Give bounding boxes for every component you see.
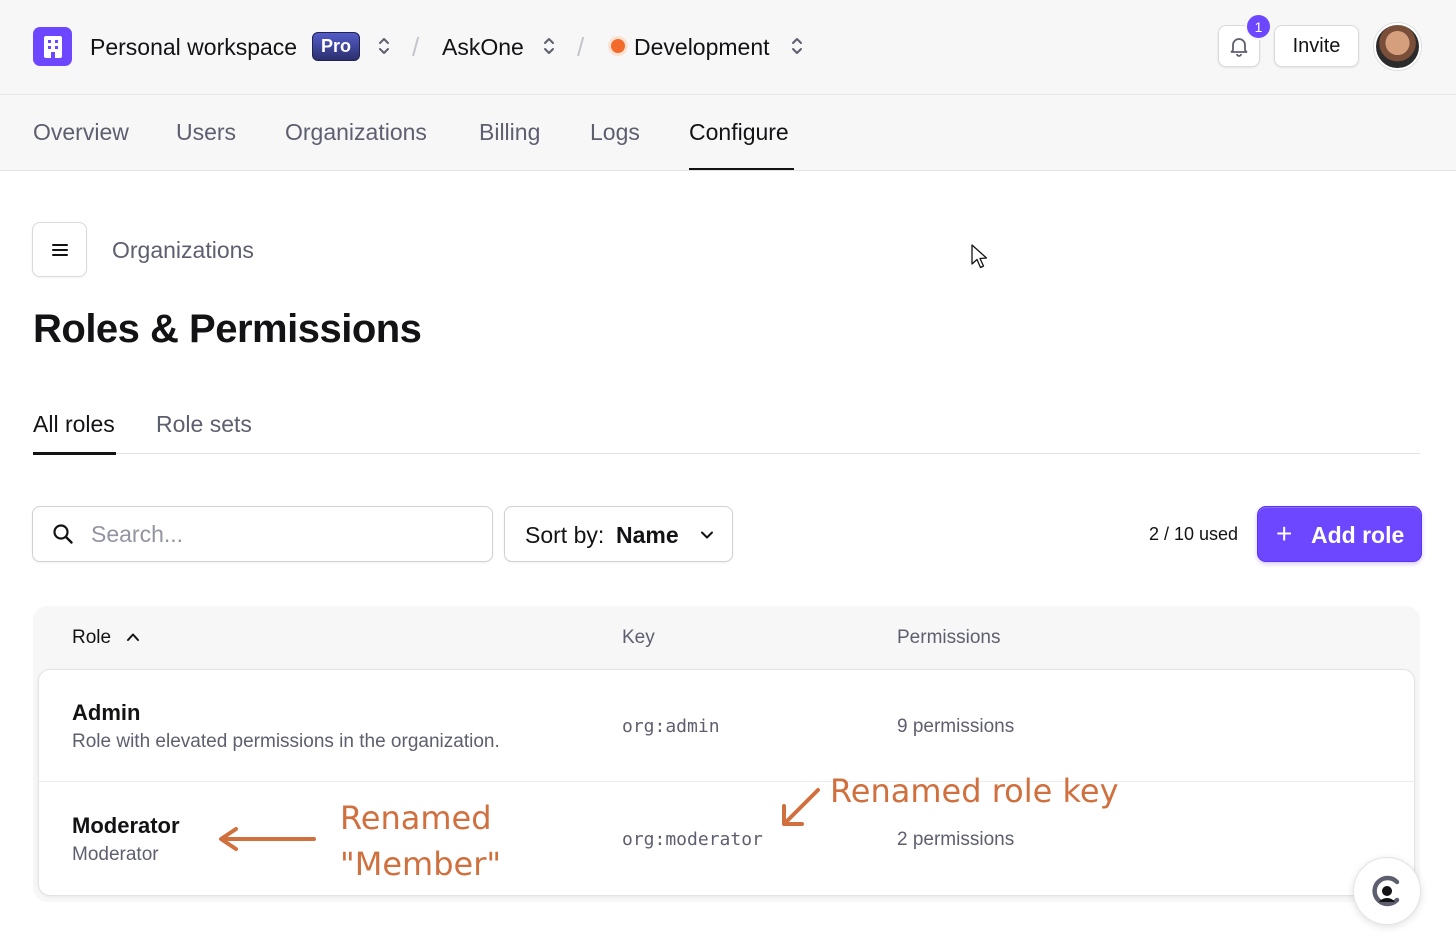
add-role-button[interactable]: + Add role [1257,506,1422,562]
subtabs-divider [33,453,1420,454]
role-key: org:moderator [622,829,763,850]
clerk-logo-icon [1372,875,1400,907]
plan-badge: Pro [312,32,360,61]
help-button[interactable] [1353,857,1421,925]
annotation-arrow-left-icon [219,827,316,851]
sidebar-toggle-button[interactable] [32,222,87,277]
workspace-switcher-icon[interactable] [377,35,391,57]
section-label: Organizations [112,237,254,263]
tab-all-roles[interactable]: All roles [33,408,115,440]
role-permissions-count: 9 permissions [897,716,1015,737]
tab-billing[interactable]: Billing [479,116,540,148]
annotation-renamed-role-key: Renamed role key [830,772,1119,810]
tab-logs[interactable]: Logs [590,116,640,148]
annotation-arrow-diagonal-icon [782,788,820,826]
search-field[interactable] [32,506,493,562]
menu-icon [51,243,68,256]
annotation-renamed: Renamed [340,799,492,837]
tab-users[interactable]: Users [176,116,236,148]
column-header-permissions: Permissions [897,627,1001,648]
bell-icon [1230,38,1248,57]
role-permissions-count: 2 permissions [897,829,1015,850]
tab-role-sets[interactable]: Role sets [156,408,252,440]
sort-dropdown[interactable]: Sort by: Name [504,506,733,562]
tab-overview[interactable]: Overview [33,116,129,148]
breadcrumb-separator: / [412,32,420,62]
chevron-down-icon [701,531,713,539]
page-title: Roles & Permissions [33,307,422,351]
add-role-label: Add role [1311,522,1405,548]
column-header-key: Key [622,627,655,648]
workspace-name[interactable]: Personal workspace [90,30,297,64]
environment-name[interactable]: Development [634,30,770,64]
role-key: org:admin [622,716,720,737]
user-avatar[interactable] [1374,23,1421,70]
plus-icon: + [1276,518,1293,549]
search-icon [53,524,73,544]
column-header-role[interactable]: Role [72,626,111,650]
tab-organizations[interactable]: Organizations [285,116,427,148]
mouse-cursor-icon [971,244,988,269]
invite-button[interactable]: Invite [1274,25,1359,67]
role-name[interactable]: Moderator [72,812,180,840]
sort-label: Sort by: [525,522,605,548]
active-tab-indicator [689,168,794,170]
sort-ascending-icon[interactable] [126,630,140,644]
annotation-member: "Member" [340,845,502,883]
search-input[interactable] [91,517,471,551]
role-description: Role with elevated permissions in the or… [72,731,500,752]
sort-value: Name [616,522,679,548]
breadcrumb-separator: / [577,32,585,62]
notification-count-badge: 1 [1245,13,1272,40]
row-divider [39,781,1414,782]
tab-configure[interactable]: Configure [689,116,789,148]
app-name[interactable]: AskOne [442,30,524,64]
table-body [38,669,1415,896]
workspace-logo-icon[interactable] [33,27,72,66]
role-name[interactable]: Admin [72,699,140,727]
environment-switcher-icon[interactable] [790,35,804,57]
roles-usage-count: 2 / 10 used [1149,524,1239,544]
role-description: Moderator [72,844,159,865]
active-subtab-indicator [33,452,116,455]
environment-status-dot [611,39,625,53]
app-switcher-icon[interactable] [542,35,556,57]
